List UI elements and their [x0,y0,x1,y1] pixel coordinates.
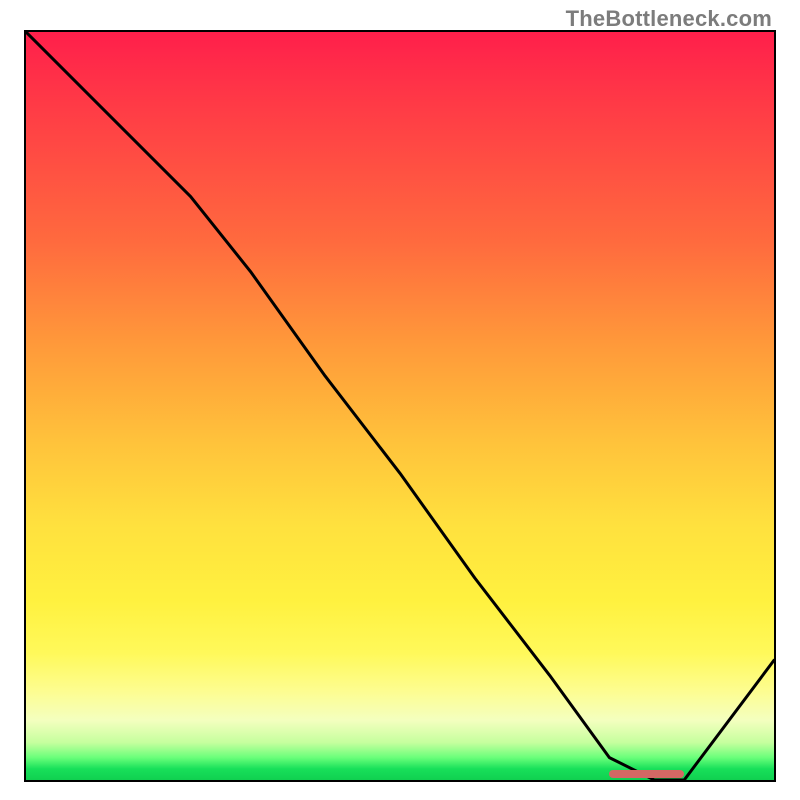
bottleneck-curve [26,32,774,780]
chart-container: TheBottleneck.com [0,0,800,800]
attribution-text: TheBottleneck.com [566,6,772,32]
optimal-range-marker [609,770,684,778]
plot-area [24,30,776,782]
